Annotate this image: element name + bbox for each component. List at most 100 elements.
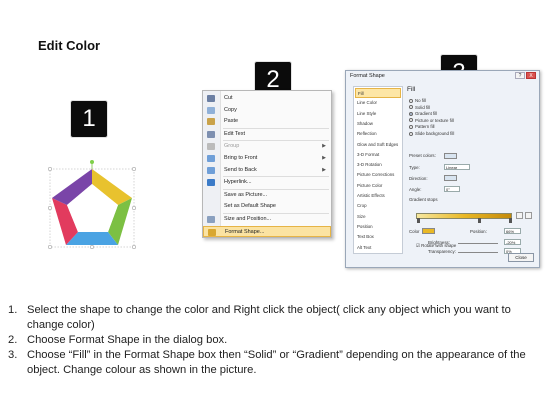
fill-option-pattern-fill[interactable]: Pattern fill bbox=[409, 124, 435, 130]
menu-item-label: Group bbox=[224, 143, 240, 150]
step-number: 1. bbox=[8, 304, 18, 316]
radio-button[interactable] bbox=[409, 131, 413, 136]
resize-handle[interactable] bbox=[131, 205, 137, 211]
nav-item-size[interactable]: Size bbox=[355, 212, 401, 222]
fill-pane: Fill No fill Solid fill Gradient fill Pictu… bbox=[406, 86, 534, 254]
rotate-with-shape-label: Rotate with shape bbox=[421, 243, 457, 248]
menu-item-copy[interactable]: Copy bbox=[203, 105, 331, 116]
add-stop-button[interactable] bbox=[516, 212, 523, 219]
resize-handle[interactable] bbox=[89, 244, 95, 250]
category-nav: Fill Line Color Line Style Shadow Reflection… bbox=[353, 86, 403, 254]
step-text: Select the shape to change the color and… bbox=[27, 304, 511, 331]
menu-item-edit-text[interactable]: Edit Text bbox=[203, 129, 331, 140]
gradient-stop[interactable] bbox=[509, 218, 512, 223]
radio-button[interactable] bbox=[409, 105, 413, 110]
dialog-title: Format Shape bbox=[350, 73, 385, 79]
brightness-field[interactable]: -20% bbox=[504, 239, 521, 245]
fill-option-gradient-fill[interactable]: Gradient fill bbox=[409, 111, 437, 117]
radio-label: Picture or texture fill bbox=[415, 117, 454, 123]
menu-item-save-as-picture[interactable]: Save as Picture... bbox=[203, 190, 331, 201]
color-picker-button[interactable] bbox=[422, 228, 435, 234]
menu-item-label: Hyperlink... bbox=[224, 179, 252, 186]
resize-handle[interactable] bbox=[131, 244, 137, 250]
close-window-button[interactable]: X bbox=[526, 72, 536, 79]
menu-item-hyperlink[interactable]: Hyperlink... bbox=[203, 177, 331, 188]
instruction-step: 1. Select the shape to change the color a… bbox=[8, 303, 548, 333]
window-buttons: ? X bbox=[514, 72, 536, 79]
send-back-icon bbox=[207, 166, 215, 174]
resize-handle[interactable] bbox=[131, 166, 137, 172]
menu-item-set-as-default-shape[interactable]: Set as Default Shape bbox=[203, 201, 331, 212]
nav-item-alt-text[interactable]: Alt Text bbox=[355, 243, 401, 253]
menu-item-label: Edit Text bbox=[224, 130, 245, 137]
nav-item-picture-color[interactable]: Picture Color bbox=[355, 181, 401, 191]
preset-colors-dropdown[interactable] bbox=[444, 153, 457, 159]
rotation-handle[interactable] bbox=[90, 160, 94, 164]
fill-option-no-fill[interactable]: No fill bbox=[409, 98, 426, 104]
color-label: Color bbox=[409, 229, 420, 234]
close-button[interactable]: Close bbox=[508, 253, 534, 262]
menu-item-paste[interactable]: Paste bbox=[203, 116, 331, 127]
nav-item-shadow[interactable]: Shadow bbox=[355, 119, 401, 129]
gradient-stop[interactable] bbox=[417, 218, 420, 223]
resize-handle[interactable] bbox=[48, 244, 53, 250]
radio-button[interactable] bbox=[409, 111, 413, 116]
menu-item-label: Format Shape... bbox=[225, 228, 265, 235]
pentagon-shape[interactable] bbox=[48, 160, 138, 255]
menu-item-label: Set as Default Shape bbox=[224, 203, 276, 210]
hyperlink-icon bbox=[207, 179, 215, 187]
step-text: Choose “Fill” in the Format Shape box th… bbox=[27, 349, 526, 376]
nav-item-text-box[interactable]: Text Box bbox=[355, 232, 401, 242]
instruction-step: 3. Choose “Fill” in the Format Shape box … bbox=[8, 348, 548, 378]
rotate-with-shape-checkbox[interactable]: ☑ Rotate with shape bbox=[416, 243, 456, 249]
radio-button[interactable] bbox=[409, 124, 413, 129]
type-select[interactable]: Linear bbox=[444, 164, 470, 170]
step-text: Choose Format Shape in the dialog box. bbox=[27, 334, 228, 346]
position-field[interactable]: 66% bbox=[504, 228, 521, 234]
nav-item-line-style[interactable]: Line Style bbox=[355, 109, 401, 119]
menu-item-format-shape[interactable]: Format Shape... bbox=[203, 225, 331, 237]
resize-handle[interactable] bbox=[48, 166, 53, 172]
nav-item-crop[interactable]: Crop bbox=[355, 201, 401, 211]
type-label: Type: bbox=[409, 165, 420, 170]
nav-item-artistic-effects[interactable]: Artistic Effects bbox=[355, 191, 401, 201]
resize-handle[interactable] bbox=[48, 205, 53, 211]
nav-item-3-d-format[interactable]: 3-D Format bbox=[355, 150, 401, 160]
menu-item-cut[interactable]: Cut bbox=[203, 93, 331, 104]
gradient-stops-bar[interactable] bbox=[416, 213, 512, 219]
direction-dropdown[interactable] bbox=[444, 175, 457, 181]
angle-field[interactable]: 0° bbox=[444, 186, 460, 192]
brightness-slider[interactable] bbox=[458, 243, 498, 244]
bring-front-icon bbox=[207, 155, 215, 162]
nav-item-position[interactable]: Position bbox=[355, 222, 401, 232]
group-icon bbox=[207, 143, 215, 151]
radio-label: Slide background fill bbox=[415, 131, 455, 136]
instruction-step: 2. Choose Format Shape in the dialog box. bbox=[8, 333, 548, 348]
gradient-stop[interactable] bbox=[478, 218, 481, 223]
nav-item-line-color[interactable]: Line Color bbox=[355, 98, 401, 108]
menu-item-send-to-back[interactable]: Send to Back ▶ bbox=[203, 165, 331, 176]
nav-item-fill[interactable]: Fill bbox=[355, 88, 401, 98]
submenu-arrow-icon: ▶ bbox=[322, 143, 326, 150]
fill-option-slide-background-fill[interactable]: Slide background fill bbox=[409, 131, 454, 137]
nav-item-reflection[interactable]: Reflection bbox=[355, 129, 401, 139]
transparency-slider[interactable] bbox=[458, 252, 498, 253]
edit-text-icon bbox=[207, 130, 215, 138]
nav-item-3-d-rotation[interactable]: 3-D Rotation bbox=[355, 160, 401, 170]
nav-item-glow-and-soft-edges[interactable]: Glow and Soft Edges bbox=[355, 140, 401, 150]
instructions-list: 1. Select the shape to change the color a… bbox=[8, 303, 548, 378]
radio-button[interactable] bbox=[409, 118, 413, 123]
menu-item-bring-to-front[interactable]: Bring to Front ▶ bbox=[203, 153, 331, 164]
radio-button[interactable] bbox=[409, 98, 413, 103]
nav-item-picture-corrections[interactable]: Picture Corrections bbox=[355, 170, 401, 180]
fill-option-picture-or-texture-fill[interactable]: Picture or texture fill bbox=[409, 118, 454, 124]
transparency-label: Transparency: bbox=[428, 249, 456, 254]
menu-item-label: Send to Back bbox=[224, 166, 257, 173]
menu-item-size-and-position[interactable]: Size and Position... bbox=[203, 214, 331, 225]
remove-stop-button[interactable] bbox=[525, 212, 532, 219]
fill-option-solid-fill[interactable]: Solid fill bbox=[409, 105, 430, 111]
position-label: Position: bbox=[470, 229, 487, 234]
help-button[interactable]: ? bbox=[515, 72, 525, 79]
menu-item-group[interactable]: Group ▶ bbox=[203, 141, 331, 152]
menu-item-label: Paste bbox=[224, 118, 239, 125]
